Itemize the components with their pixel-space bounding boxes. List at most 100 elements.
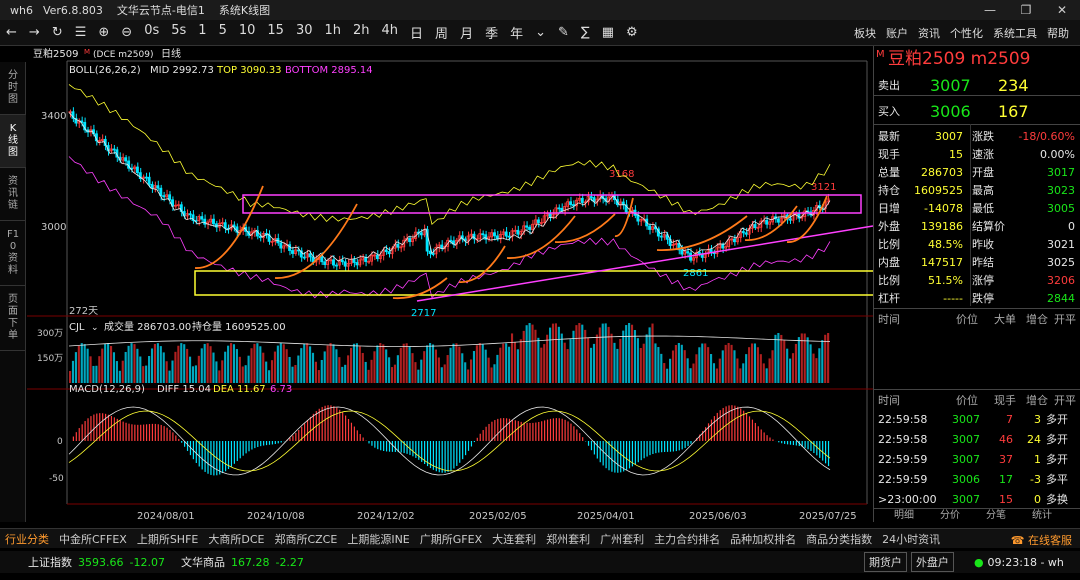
volume-bar (221, 360, 224, 383)
volume-bar (742, 363, 745, 383)
left-nav-item-4[interactable]: 页面下单 (0, 286, 26, 351)
menu-item-2[interactable]: 资讯 (918, 25, 940, 41)
period-11[interactable]: 周 (435, 23, 448, 42)
chevron-down-icon[interactable]: ⌄ (535, 25, 546, 40)
left-nav-item-0[interactable]: 分时图 (0, 62, 26, 115)
volume-bar (786, 348, 789, 383)
grid-icon[interactable]: ▦ (602, 25, 614, 40)
minimize-icon[interactable]: — (972, 0, 1008, 20)
bottom-tab-10[interactable]: 主力合约排名 (654, 531, 720, 547)
menu-item-4[interactable]: 系统工具 (993, 25, 1037, 41)
period-9[interactable]: 4h (382, 23, 399, 42)
support-box[interactable] (194, 270, 873, 296)
volume-bar (674, 344, 677, 383)
bottom-tab-13[interactable]: 24小时资讯 (882, 531, 940, 547)
bottom-tab-3[interactable]: 大商所DCE (208, 531, 264, 547)
online-service[interactable]: ☎ 在线客服 (1011, 532, 1072, 548)
restore-icon[interactable]: ❐ (1008, 0, 1044, 20)
volume-bar (273, 351, 277, 383)
volume-bar (704, 343, 707, 383)
y-label-3000: 3000 (41, 222, 66, 233)
menu-item-1[interactable]: 账户 (886, 25, 908, 41)
bottom-tab-12[interactable]: 商品分类指数 (806, 531, 872, 547)
volume-bar (162, 352, 165, 383)
quote-value-left: 286703 (921, 166, 963, 179)
futures-account-button[interactable]: 期货户 (863, 552, 907, 572)
zoom-out-icon[interactable]: ⊖ (121, 25, 132, 40)
kline-chart[interactable]: 豆粕2509 M (DCE m2509) 日线 BOLL(26,26,2) MI… (27, 46, 873, 522)
outer-account-button[interactable]: 外盘户 (910, 552, 954, 572)
macd-dea-line (68, 410, 831, 472)
volume-bar (247, 355, 250, 383)
tune-icon[interactable]: ☰ (75, 25, 87, 40)
period-12[interactable]: 月 (460, 23, 473, 42)
period-7[interactable]: 1h (324, 23, 341, 42)
bottom-tab-11[interactable]: 品种加权排名 (730, 531, 796, 547)
volume-bar (458, 346, 461, 383)
zoom-in-icon[interactable]: ⊕ (98, 25, 109, 40)
volume-bar (399, 347, 402, 383)
close-icon[interactable]: ✕ (1044, 0, 1080, 20)
candle-body (308, 253, 312, 258)
volume-bar (238, 356, 241, 383)
settings-icon[interactable]: ⚙ (626, 25, 638, 40)
left-nav-item-1[interactable]: K线图 (0, 115, 26, 168)
quote-value-left: 48.5% (928, 238, 963, 251)
bottom-tab-7[interactable]: 大连套利 (492, 531, 536, 547)
candle-body (419, 232, 423, 236)
period-3[interactable]: 5 (219, 23, 227, 42)
volume-bar (566, 349, 569, 383)
back-icon[interactable]: ← (6, 25, 17, 40)
draw-icon[interactable]: ✎ (558, 25, 569, 40)
volume-bar (265, 361, 268, 383)
period-2[interactable]: 1 (198, 23, 206, 42)
period-4[interactable]: 10 (239, 23, 256, 42)
bottom-tab-6[interactable]: 广期所GFEX (420, 531, 482, 547)
quote-value-left: 15 (949, 148, 963, 161)
quote-tab-0[interactable]: 明细 (894, 509, 914, 523)
volume-bar (382, 344, 385, 383)
vol-chevron-icon[interactable]: ⌄ (91, 323, 99, 333)
period-1[interactable]: 5s (171, 23, 186, 42)
bottom-tab-4[interactable]: 郑商所CZCE (274, 531, 337, 547)
left-nav-item-2[interactable]: 资讯链 (0, 168, 26, 221)
candle-body (525, 225, 529, 228)
volume-bar (405, 343, 408, 383)
x-date-label: 2025/07/25 (799, 511, 857, 522)
sell-price[interactable]: 3007 (930, 76, 971, 96)
volume-bar (326, 345, 329, 383)
menu-item-0[interactable]: 板块 (854, 25, 876, 41)
period-13[interactable]: 季 (485, 23, 498, 42)
bottom-tab-1[interactable]: 中金所CFFEX (59, 531, 127, 547)
period-14[interactable]: 年 (510, 23, 523, 42)
quote-tab-3[interactable]: 统计 (1032, 509, 1052, 523)
period-10[interactable]: 日 (410, 23, 423, 42)
bottom-tab-2[interactable]: 上期所SHFE (137, 531, 199, 547)
bottom-tab-5[interactable]: 上期能源INE (347, 531, 409, 547)
bottom-tab-0[interactable]: 行业分类 (5, 531, 49, 547)
period-0[interactable]: 0s (144, 23, 159, 42)
menu-item-5[interactable]: 帮助 (1047, 25, 1069, 41)
left-nav-item-3[interactable]: F10资料 (0, 221, 26, 286)
buy-price[interactable]: 3006 (930, 102, 971, 122)
bottom-tab-8[interactable]: 郑州套利 (546, 531, 590, 547)
period-5[interactable]: 15 (267, 23, 284, 42)
quote-label-left: 最新 (878, 130, 900, 143)
period-6[interactable]: 30 (296, 23, 313, 42)
macd-dea: DEA 11.67 (213, 384, 266, 395)
refresh-icon[interactable]: ↻ (52, 25, 63, 40)
forward-icon[interactable]: → (29, 25, 40, 40)
indicator-icon[interactable]: ∑ (581, 25, 590, 40)
menu-item-3[interactable]: 个性化 (950, 25, 983, 41)
quote-tab-1[interactable]: 分价 (940, 509, 960, 523)
boll-bottom-line (68, 156, 831, 299)
bottom-tab-9[interactable]: 广州套利 (600, 531, 644, 547)
quote-tab-2[interactable]: 分笔 (986, 509, 1006, 523)
volume-bar (484, 349, 487, 383)
resistance-box[interactable] (242, 194, 862, 214)
kline-chart-area[interactable]: 豆粕2509 M (DCE m2509) 日线 BOLL(26,26,2) MI… (27, 46, 873, 522)
period-8[interactable]: 2h (353, 23, 370, 42)
quote-value-left: 3007 (935, 130, 963, 143)
tick-oi-change: -3 (1030, 473, 1041, 486)
volume-bar (186, 348, 189, 383)
